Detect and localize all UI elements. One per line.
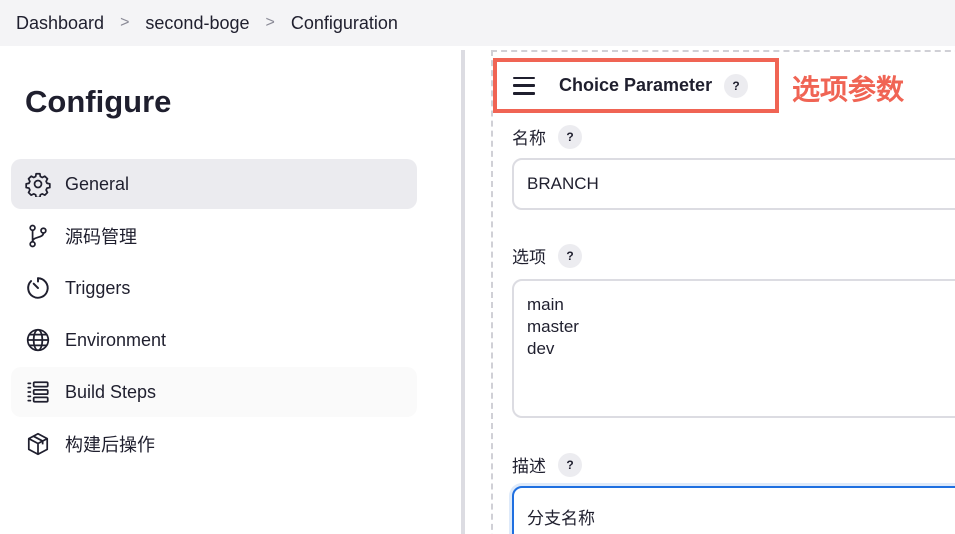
sidebar-item-build-steps[interactable]: Build Steps [11,367,417,417]
name-label-text: 名称 [512,129,546,148]
choices-textarea[interactable]: main master dev [512,279,955,418]
breadcrumb-separator: > [120,14,130,31]
sidebar-item-label: 源码管理 [65,227,137,247]
breadcrumb-configuration[interactable]: Configuration [291,13,398,34]
panel-divider[interactable] [461,50,465,534]
list-steps-icon [25,379,51,405]
choice-line: master [527,317,579,336]
parameter-title: Choice Parameter [559,75,713,95]
globe-icon [25,327,51,353]
drag-handle-icon[interactable] [513,76,535,95]
package-icon [25,431,51,457]
git-branch-icon [25,223,51,249]
sidebar-item-post-build[interactable]: 构建后操作 [11,419,417,469]
annotation-label: 选项参数 [792,74,905,105]
help-icon[interactable]: ? [558,124,582,149]
description-label-text: 描述 [512,457,546,476]
sidebar-item-label: Environment [65,329,167,350]
help-icon[interactable]: ? [558,452,582,477]
description-textarea[interactable]: 分支名称 [512,486,955,534]
choice-line: main [527,295,564,314]
sidebar-item-label: Build Steps [65,381,157,402]
choice-line: dev [527,339,555,358]
name-field-label: 名称 ? [512,124,582,149]
breadcrumb-project[interactable]: second-boge [145,13,249,34]
gear-icon [25,171,51,197]
breadcrumb: Dashboard > second-boge > Configuration [0,0,955,46]
choices-label-text: 选项 [512,248,546,267]
sidebar-item-triggers[interactable]: Triggers [11,263,417,313]
help-icon[interactable]: ? [724,73,749,98]
help-icon[interactable]: ? [558,243,582,268]
timer-icon [25,275,51,301]
choices-field-label: 选项 ? [512,243,582,268]
breadcrumb-dashboard[interactable]: Dashboard [16,13,104,34]
sidebar-item-label: Triggers [65,277,131,298]
sidebar-item-source-control[interactable]: 源码管理 [11,211,417,261]
sidebar-item-label: General [65,173,130,194]
sidebar-item-general[interactable]: General [11,159,417,209]
parameter-header: Choice Parameter ? [493,58,779,113]
breadcrumb-separator: > [265,14,275,31]
sidebar-item-label: 构建后操作 [65,435,155,455]
page-title: Configure [25,84,172,119]
name-input[interactable]: BRANCH [512,158,955,210]
description-field-label: 描述 ? [512,452,582,477]
sidebar-item-environment[interactable]: Environment [11,315,417,365]
